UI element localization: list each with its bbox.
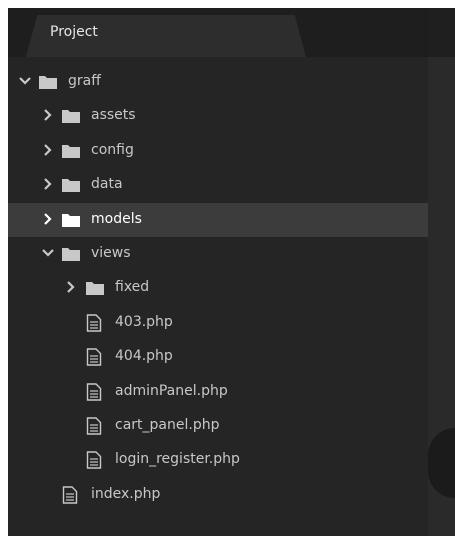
tab-bar: Project xyxy=(8,8,428,57)
file-icon xyxy=(86,417,102,435)
chevron-down-icon[interactable] xyxy=(41,246,55,260)
tree-folder-row[interactable]: assets xyxy=(8,99,428,133)
chevron-down-icon[interactable] xyxy=(18,74,32,88)
tree-item-label: config xyxy=(91,141,134,158)
tree-item-label: adminPanel.php xyxy=(115,382,228,399)
folder-icon xyxy=(62,213,80,227)
tree-item-label: 403.php xyxy=(115,313,173,330)
file-icon xyxy=(86,451,102,470)
folder-icon xyxy=(39,76,57,89)
tree-folder-row[interactable]: config xyxy=(8,134,428,168)
file-icon xyxy=(86,348,102,366)
tree-item-label: 404.php xyxy=(115,348,173,365)
tree-folder-row[interactable]: views xyxy=(8,237,428,271)
tree-folder-row[interactable]: models xyxy=(8,202,428,237)
tree-file-row[interactable]: adminPanel.php xyxy=(8,375,428,409)
tree-file-row[interactable]: 404.php xyxy=(8,340,428,374)
chevron-right-icon[interactable] xyxy=(41,177,55,191)
tree-item-label: fixed xyxy=(115,279,150,296)
folder-icon xyxy=(62,248,80,261)
chevron-right-icon[interactable] xyxy=(64,280,78,294)
tree-item-label: login_register.php xyxy=(115,451,240,468)
tree-item-label: index.php xyxy=(91,485,161,502)
tree-item-label: views xyxy=(91,245,131,261)
tab-project-label: Project xyxy=(50,24,98,40)
chevron-right-icon[interactable] xyxy=(41,212,55,226)
folder-icon xyxy=(62,144,80,158)
editor-gutter xyxy=(428,8,455,536)
file-icon xyxy=(86,382,102,401)
tree-item-label: graff xyxy=(68,73,101,89)
tree-file-row[interactable]: index.php xyxy=(8,478,428,512)
file-icon xyxy=(86,314,102,332)
window-frame: Project graff assets config data models views… xyxy=(0,0,455,536)
tree-file-row[interactable]: cart_panel.php xyxy=(8,409,428,443)
tree-item-label: assets xyxy=(91,107,136,124)
tree-folder-row[interactable]: data xyxy=(8,168,428,202)
editor-tab-strip xyxy=(428,8,455,57)
folder-icon xyxy=(62,179,80,193)
tree-folder-row[interactable]: graff xyxy=(8,65,428,99)
folder-icon xyxy=(62,110,80,124)
chevron-right-icon[interactable] xyxy=(41,108,55,122)
tree-item-label: data xyxy=(91,176,123,193)
project-panel: Project graff assets config data models views… xyxy=(8,8,429,536)
tree-file-row[interactable]: 403.php xyxy=(8,306,428,340)
tree-item-label: models xyxy=(91,210,142,227)
tree-item-label: cart_panel.php xyxy=(115,417,220,433)
scroll-handle[interactable] xyxy=(428,428,455,498)
tree-file-row[interactable]: login_register.php xyxy=(8,443,428,477)
file-icon xyxy=(62,486,78,504)
folder-icon xyxy=(86,282,104,296)
tree-folder-row[interactable]: fixed xyxy=(8,271,428,305)
chevron-right-icon[interactable] xyxy=(41,143,55,157)
